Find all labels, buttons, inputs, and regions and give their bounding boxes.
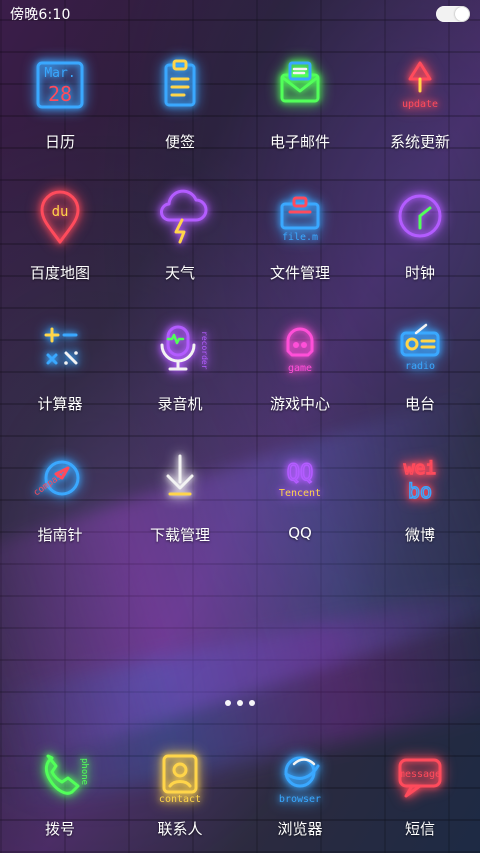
map-text: du xyxy=(52,204,69,220)
clock-icon xyxy=(384,180,456,252)
dock-messages[interactable]: message 短信 xyxy=(360,740,480,839)
app-label: 指南针 xyxy=(37,526,83,544)
app-download-manager[interactable]: 下载管理 xyxy=(120,438,240,569)
app-label: 浏览器 xyxy=(277,820,323,838)
app-email[interactable]: 电子邮件 xyxy=(240,45,360,176)
tencent-text: Tencent xyxy=(279,488,321,499)
calendar-month: Mar. xyxy=(44,66,75,81)
app-label: 游戏中心 xyxy=(269,395,330,413)
calculator-icon xyxy=(24,311,96,383)
status-toggle-icon[interactable] xyxy=(436,6,470,22)
compass-icon: compass xyxy=(24,442,96,514)
app-grid: Mar. 28 日历 便签 电子邮件 update 系统更新 du 百度地图 天… xyxy=(0,45,480,569)
qq-icon: QQ Tencent xyxy=(264,442,336,514)
app-notes[interactable]: 便签 xyxy=(120,45,240,176)
weibo-top: wei xyxy=(404,458,437,479)
file-manager-icon: file.m xyxy=(264,180,336,252)
app-compass[interactable]: compass 指南针 xyxy=(0,438,120,569)
app-label: 系统更新 xyxy=(389,133,450,151)
app-label: 天气 xyxy=(164,264,195,282)
mail-icon xyxy=(264,49,336,121)
phone-text: phone xyxy=(79,758,89,785)
page-dot xyxy=(225,700,231,706)
app-label: 联系人 xyxy=(157,820,203,838)
update-icon: update xyxy=(384,49,456,121)
app-baidu-map[interactable]: du 百度地图 xyxy=(0,176,120,307)
calendar-day: 28 xyxy=(48,82,72,106)
dock-phone[interactable]: phone 拨号 xyxy=(0,740,120,839)
game-icon: game xyxy=(264,311,336,383)
contact-icon: contact xyxy=(144,740,216,812)
app-label: 时钟 xyxy=(404,264,435,282)
app-recorder[interactable]: recorder 录音机 xyxy=(120,307,240,438)
app-clock[interactable]: 时钟 xyxy=(360,176,480,307)
app-label: 百度地图 xyxy=(29,264,90,282)
app-label: 电子邮件 xyxy=(269,133,330,151)
weibo-icon: wei bo xyxy=(384,442,456,514)
phone-icon: phone xyxy=(24,740,96,812)
radio-text: radio xyxy=(405,361,435,372)
calendar-icon: Mar. 28 xyxy=(24,49,96,121)
message-text: message xyxy=(399,769,441,780)
app-file-manager[interactable]: file.m 文件管理 xyxy=(240,176,360,307)
dock-browser[interactable]: browser 浏览器 xyxy=(240,740,360,839)
notes-icon xyxy=(144,49,216,121)
status-bar: 傍晚6:10 xyxy=(0,0,480,28)
recorder-icon: recorder xyxy=(144,311,216,383)
app-weather[interactable]: 天气 xyxy=(120,176,240,307)
app-calculator[interactable]: 计算器 xyxy=(0,307,120,438)
app-system-update[interactable]: update 系统更新 xyxy=(360,45,480,176)
app-game-center[interactable]: game 游戏中心 xyxy=(240,307,360,438)
browser-text: browser xyxy=(279,794,321,805)
app-label: 短信 xyxy=(404,820,435,838)
recorder-text: recorder xyxy=(200,331,209,370)
message-icon: message xyxy=(384,740,456,812)
app-label: QQ xyxy=(288,524,312,542)
app-label: 日历 xyxy=(44,133,75,151)
app-label: 便签 xyxy=(164,133,195,151)
dock: phone 拨号 contact 联系人 browser 浏览器 message… xyxy=(0,740,480,839)
app-radio[interactable]: radio 电台 xyxy=(360,307,480,438)
weather-icon xyxy=(144,180,216,252)
game-text: game xyxy=(288,363,312,374)
qq-letters: QQ xyxy=(287,461,314,486)
app-weibo[interactable]: wei bo 微博 xyxy=(360,438,480,569)
browser-icon: browser xyxy=(264,740,336,812)
page-dot xyxy=(237,700,243,706)
app-qq[interactable]: QQ Tencent QQ xyxy=(240,438,360,569)
app-label: 计算器 xyxy=(37,395,83,413)
contact-text: contact xyxy=(159,794,201,805)
page-indicator xyxy=(0,700,480,706)
app-label: 电台 xyxy=(404,395,435,413)
app-calendar[interactable]: Mar. 28 日历 xyxy=(0,45,120,176)
app-label: 拨号 xyxy=(44,820,75,838)
status-time: 傍晚6:10 xyxy=(10,7,71,23)
weibo-bottom: bo xyxy=(408,479,432,503)
app-label: 下载管理 xyxy=(149,526,210,544)
app-label: 录音机 xyxy=(157,395,203,413)
download-icon xyxy=(144,442,216,514)
app-label: 微博 xyxy=(404,526,435,544)
page-dot xyxy=(249,700,255,706)
app-label: 文件管理 xyxy=(269,264,330,282)
file-text: file.m xyxy=(282,232,318,243)
dock-contacts[interactable]: contact 联系人 xyxy=(120,740,240,839)
radio-icon: radio xyxy=(384,311,456,383)
update-text: update xyxy=(402,99,438,110)
map-pin-icon: du xyxy=(24,180,96,252)
